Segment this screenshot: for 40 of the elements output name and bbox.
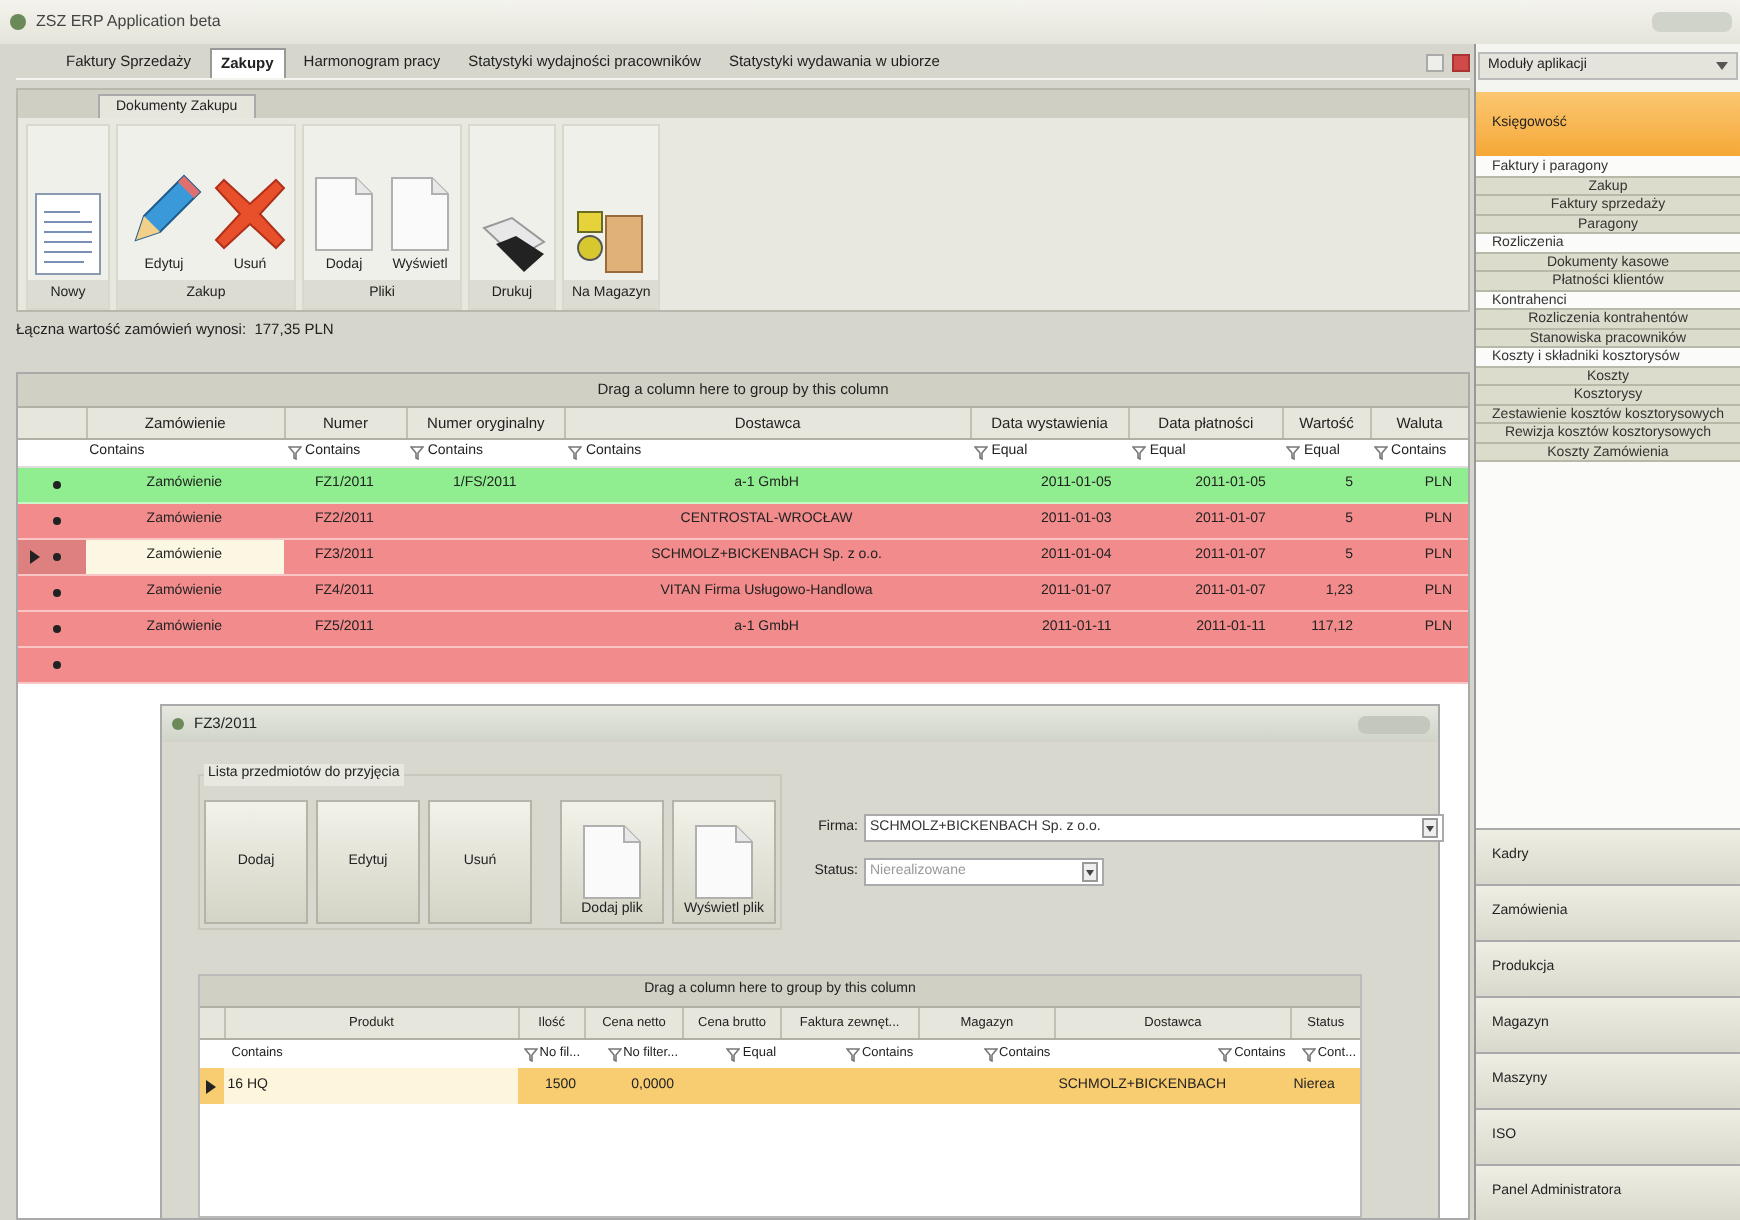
- current-row-icon: [206, 1079, 217, 1093]
- filter-icon: [973, 446, 988, 460]
- row-marker-icon: [51, 552, 62, 562]
- minimize-icon[interactable]: [1426, 54, 1444, 72]
- printer-icon: [476, 216, 548, 276]
- current-row-icon: [29, 550, 40, 564]
- row-marker-icon: [51, 480, 62, 490]
- filter-icon: [523, 1047, 538, 1061]
- filter-icon: [1373, 446, 1388, 460]
- filter-icon: [726, 1047, 741, 1061]
- filter-icon: [1286, 446, 1300, 460]
- app-icon: [8, 12, 28, 32]
- cross-icon: [212, 175, 288, 251]
- filter-icon: [1218, 1047, 1233, 1061]
- filter-icon: [1301, 1047, 1316, 1061]
- page-icon: [694, 823, 754, 899]
- filter-icon: [287, 446, 302, 460]
- table-row[interactable]: [18, 648, 1468, 684]
- caret-icon: [1422, 818, 1438, 838]
- window-title: ZSZ ERP Application beta: [36, 10, 221, 34]
- filter-icon: [983, 1047, 998, 1061]
- row-marker-icon: [52, 660, 62, 670]
- caret-icon: [1716, 60, 1728, 72]
- page-icon: [390, 175, 450, 251]
- filter-icon: [607, 1047, 622, 1061]
- filter-icon: [1131, 446, 1146, 460]
- page-icon: [582, 823, 642, 899]
- filter-icon: [567, 446, 582, 460]
- document-icon: [34, 192, 102, 276]
- caret-icon: [1082, 862, 1098, 882]
- filter-icon: [409, 446, 424, 460]
- row-marker-icon: [51, 516, 62, 526]
- window-controls[interactable]: [1358, 715, 1430, 733]
- filter-icon: [845, 1047, 860, 1061]
- window-controls[interactable]: [1652, 12, 1732, 32]
- row-marker-icon: [51, 588, 62, 598]
- app-icon: [170, 716, 186, 732]
- page-icon: [314, 175, 374, 251]
- close-icon[interactable]: [1452, 54, 1470, 72]
- row-marker-icon: [51, 624, 62, 634]
